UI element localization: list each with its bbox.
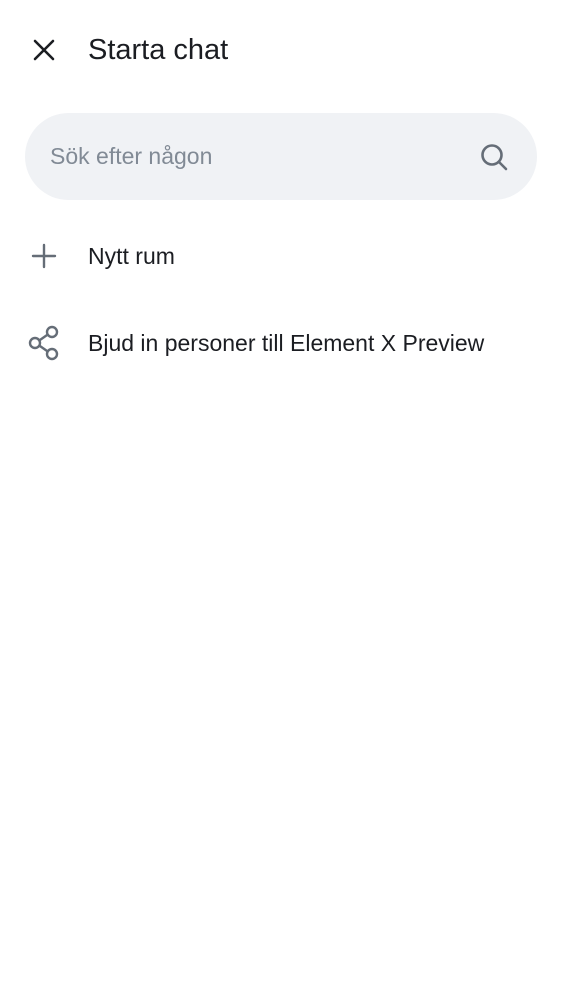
new-room-item[interactable]: Nytt rum	[0, 221, 562, 291]
close-button[interactable]	[22, 28, 66, 72]
search-input[interactable]	[50, 143, 477, 170]
page-title: Starta chat	[88, 34, 229, 66]
invite-people-item[interactable]: Bjud in personer till Element X Preview	[0, 308, 562, 378]
search-icon	[477, 140, 511, 174]
new-room-label: Nytt rum	[88, 243, 175, 269]
plus-icon	[26, 238, 62, 274]
top-app-bar: Starta chat	[0, 0, 562, 100]
invite-people-label: Bjud in personer till Element X Preview	[88, 330, 485, 356]
close-icon	[33, 39, 55, 61]
share-icon	[26, 325, 62, 361]
search-field[interactable]	[25, 113, 537, 200]
start-chat-screen: Starta chat Nytt rum Bjud in pe	[0, 0, 562, 1000]
